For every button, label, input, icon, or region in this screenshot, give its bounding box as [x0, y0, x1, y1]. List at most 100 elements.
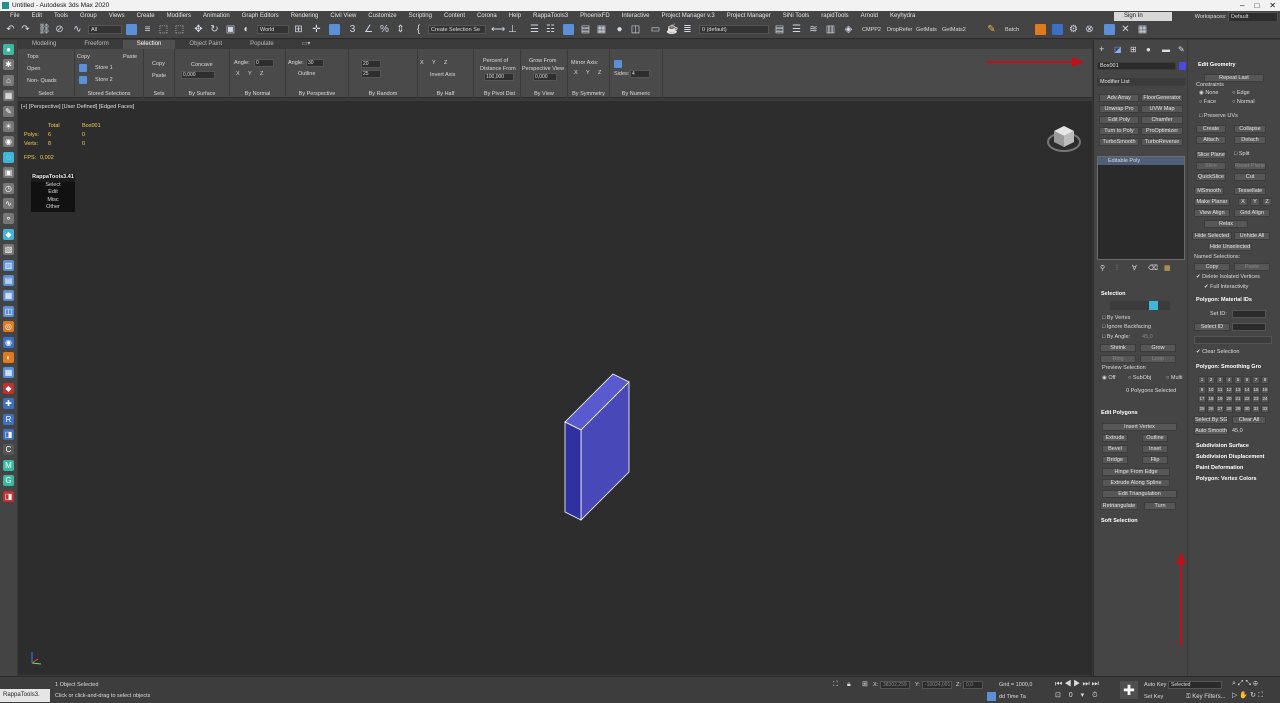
- sign-in-button[interactable]: Sign In: [1114, 12, 1172, 21]
- hide-unselected-button[interactable]: Hide Unselected: [1208, 243, 1252, 251]
- symmetry-axis-y[interactable]: Y: [586, 69, 590, 77]
- pivot-center-icon[interactable]: ⊞: [293, 24, 304, 35]
- preview-off-radio[interactable]: ◉ Off: [1102, 374, 1116, 382]
- planar-x-button[interactable]: X: [1238, 198, 1248, 206]
- smoothing-group-button[interactable]: 25: [1198, 404, 1206, 413]
- smoothing-group-button[interactable]: 10: [1207, 385, 1215, 394]
- menu-graph-editors[interactable]: Graph Editors: [236, 11, 285, 21]
- move-icon[interactable]: ✥: [193, 24, 204, 35]
- by-angle-value[interactable]: 45,0: [1142, 333, 1153, 341]
- adv-array-button[interactable]: Adv.Array: [1099, 94, 1139, 102]
- rectangular-region-icon[interactable]: ⬚: [158, 24, 169, 35]
- tab-freeform[interactable]: Freeform: [70, 40, 122, 49]
- menu-views[interactable]: Views: [103, 11, 131, 21]
- tool-icon[interactable]: ▧: [3, 244, 14, 256]
- tools-icon[interactable]: ✕: [1120, 24, 1131, 35]
- rotate-icon[interactable]: ↻: [209, 24, 220, 35]
- layer-manager-icon[interactable]: ≣: [682, 24, 693, 35]
- create-icon[interactable]: ✎: [3, 105, 14, 117]
- shrink-button[interactable]: Shrink: [1100, 344, 1136, 352]
- edit-named-sets-icon[interactable]: {: [413, 24, 424, 35]
- turn-to-poly-button[interactable]: Turn to Poly: [1099, 127, 1139, 135]
- maxscript-listener[interactable]: RappaTools3.: [0, 689, 50, 702]
- open-button[interactable]: Open: [27, 65, 40, 73]
- smoothing-group-button[interactable]: 11: [1216, 385, 1224, 394]
- menu-project-manager[interactable]: Project Manager: [721, 11, 777, 21]
- tool16-icon[interactable]: G: [3, 475, 14, 487]
- box001-object[interactable]: [559, 372, 634, 522]
- half-axis-z[interactable]: Z: [444, 59, 447, 67]
- plugin-icon[interactable]: ◆: [3, 228, 14, 240]
- planar-z-button[interactable]: Z: [1262, 198, 1272, 206]
- absolute-mode-icon[interactable]: ⊞: [862, 681, 868, 689]
- menu-scripting[interactable]: Scripting: [403, 11, 438, 21]
- rappatools-select[interactable]: Select: [31, 182, 75, 190]
- align-icon[interactable]: ⊥: [507, 24, 518, 35]
- menu-project-manager-v-3[interactable]: Project Manager v.3: [655, 11, 720, 21]
- bevel-button[interactable]: Bevel: [1102, 445, 1128, 453]
- tool8-icon[interactable]: ◐: [3, 352, 14, 363]
- helper-icon[interactable]: ◌: [3, 151, 14, 163]
- tool7-icon[interactable]: ◉: [3, 336, 14, 348]
- full-interactivity-checkbox[interactable]: ✔ Full Interactivity: [1204, 283, 1248, 291]
- show-end-result-icon[interactable]: ⫶: [1116, 265, 1118, 273]
- edit-geometry-rollout-title[interactable]: Edit Geometry: [1198, 61, 1236, 69]
- rappatools-other[interactable]: Other: [31, 204, 75, 212]
- tops-button[interactable]: Tops: [27, 53, 39, 61]
- smoothing-group-button[interactable]: 13: [1234, 385, 1242, 394]
- insert-vertex-button[interactable]: Insert Vertex: [1102, 423, 1177, 431]
- frame-controls[interactable]: ⊡ 0 ▾ ⏱: [1055, 692, 1101, 700]
- layer-props-icon[interactable]: ▥: [825, 24, 836, 35]
- layer-new-icon[interactable]: ☰: [791, 24, 802, 35]
- render-icon[interactable]: ☕: [666, 24, 678, 35]
- menu-edit[interactable]: Edit: [26, 11, 48, 21]
- menu-corona[interactable]: Corona: [471, 11, 503, 21]
- particle-icon[interactable]: ✱: [3, 59, 14, 71]
- tab-modeling[interactable]: Modeling: [18, 40, 70, 49]
- half-axis-y[interactable]: Y: [432, 59, 436, 67]
- slice-plane-button[interactable]: Slice Plane: [1196, 151, 1226, 159]
- smoothing-group-button[interactable]: 2: [1207, 376, 1215, 384]
- clear-all-button[interactable]: Clear All: [1232, 416, 1266, 424]
- store2-icon[interactable]: [79, 76, 87, 84]
- menu-group[interactable]: Group: [74, 11, 103, 21]
- tessellate-button[interactable]: Tessellate: [1234, 187, 1266, 195]
- systems-icon[interactable]: ∿: [3, 198, 14, 209]
- playback-controls[interactable]: ⏮◀▶⏭⏭: [1055, 680, 1101, 688]
- smoothing-group-button[interactable]: 31: [1252, 404, 1260, 413]
- menu-sini-tools[interactable]: SiNi Tools: [777, 11, 816, 21]
- inset-button[interactable]: Inset: [1142, 445, 1168, 453]
- menu-civil-view[interactable]: Civil View: [324, 11, 362, 21]
- smoothing-group-button[interactable]: 24: [1261, 395, 1269, 403]
- menu-file[interactable]: File: [4, 11, 26, 21]
- rappatools-edit[interactable]: Edit: [31, 189, 75, 197]
- stack-item-editable-poly[interactable]: Editable Poly: [1098, 157, 1184, 165]
- half-axis-x[interactable]: X: [420, 59, 424, 67]
- mirror-icon[interactable]: ⟷: [491, 24, 505, 35]
- plugin-c-icon[interactable]: ⚙: [1068, 24, 1079, 35]
- redo-icon[interactable]: ↷: [20, 24, 31, 35]
- render-setup-icon[interactable]: ◫: [630, 24, 641, 35]
- smoothing-group-button[interactable]: 30: [1243, 404, 1251, 413]
- create-button[interactable]: Create: [1196, 125, 1226, 133]
- layer-add-icon[interactable]: ▤: [774, 24, 785, 35]
- tab-populate[interactable]: Populate: [236, 40, 288, 49]
- planar-y-button[interactable]: Y: [1250, 198, 1260, 206]
- smoothing-group-button[interactable]: 12: [1225, 385, 1233, 394]
- smoothing-group-button[interactable]: 18: [1207, 395, 1215, 403]
- fp-icon[interactable]: [1035, 24, 1046, 35]
- clear-selection-checkbox[interactable]: ✔ Clear Selection: [1196, 348, 1239, 356]
- plugin-getmats2[interactable]: GetMats2: [942, 25, 966, 35]
- detach-button[interactable]: Detach: [1234, 136, 1266, 144]
- named-selection-dropdown[interactable]: Create Selection Se: [428, 25, 486, 34]
- smoothing-group-button[interactable]: 3: [1216, 376, 1224, 384]
- chamfer-button[interactable]: Chamfer: [1141, 116, 1183, 124]
- window-crossing-icon[interactable]: ⬚: [174, 24, 185, 35]
- grid-panel-icon[interactable]: ▦: [1137, 24, 1148, 35]
- spinner-snap-icon[interactable]: ⇕: [395, 24, 406, 35]
- motion-tab-icon[interactable]: ●: [1146, 45, 1151, 54]
- named-paste-button[interactable]: Paste: [1234, 263, 1270, 271]
- x-coordinate-field[interactable]: 38302,259: [880, 681, 910, 689]
- workspaces-selector[interactable]: Workspaces: Default: [1195, 12, 1278, 23]
- shapes-icon[interactable]: ◷: [3, 182, 14, 194]
